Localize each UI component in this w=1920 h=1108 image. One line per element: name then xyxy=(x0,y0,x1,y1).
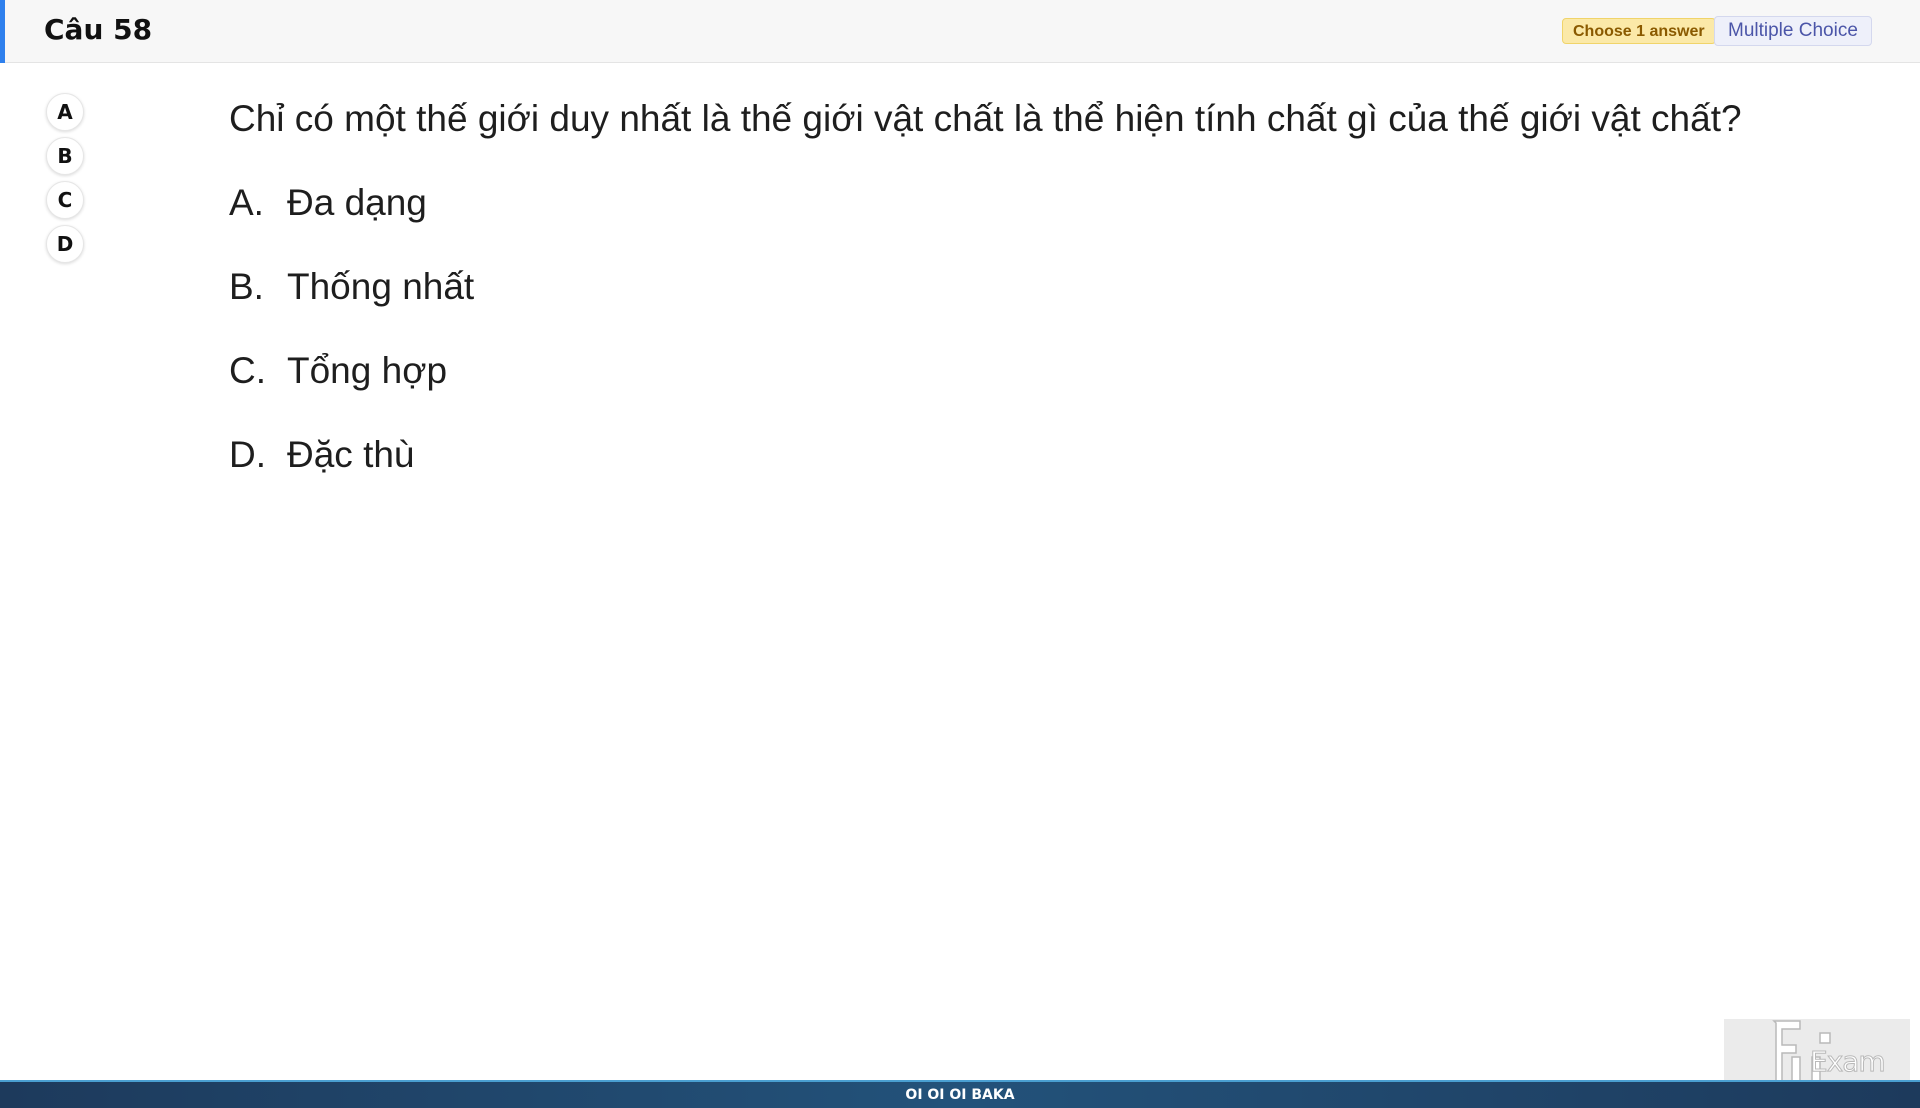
choice-d-text: Đặc thù xyxy=(287,434,415,475)
choice-a-text: Đa dạng xyxy=(287,182,427,223)
choice-b-letter: B. xyxy=(229,266,264,307)
question-number: Câu 58 xyxy=(44,13,153,46)
choice-a: A. Đa dạng xyxy=(229,180,427,226)
choice-b-text: Thống nhất xyxy=(287,266,475,307)
answer-option-d-button[interactable]: D xyxy=(46,225,84,263)
answer-option-b-button[interactable]: B xyxy=(46,137,84,175)
question-text: Chỉ có một thế giới duy nhất là thế giới… xyxy=(229,98,1742,139)
answer-selector: A B C D xyxy=(46,93,86,269)
exam-page: Câu 58 Choose 1 answer Multiple Choice A… xyxy=(0,0,1920,1108)
footer-text: OI OI OI BAKA xyxy=(905,1087,1015,1103)
footer-bar: OI OI OI BAKA xyxy=(0,1080,1920,1108)
choice-b: B. Thống nhất xyxy=(229,264,474,310)
logo-text: Exam xyxy=(1810,1045,1887,1079)
answer-option-c-button[interactable]: C xyxy=(46,181,84,219)
question-type-badge: Multiple Choice xyxy=(1714,16,1872,46)
choice-c: C. Tổng hợp xyxy=(229,348,447,394)
choice-d: D. Đặc thù xyxy=(229,432,415,478)
choice-c-letter: C. xyxy=(229,350,266,391)
choice-a-letter: A. xyxy=(229,182,264,223)
choose-answer-badge: Choose 1 answer xyxy=(1562,18,1716,44)
choice-d-letter: D. xyxy=(229,434,266,475)
choice-c-text: Tổng hợp xyxy=(287,350,448,391)
header-accent-bar xyxy=(0,0,5,63)
question-header: Câu 58 Choose 1 answer Multiple Choice xyxy=(0,0,1920,63)
answer-option-a-button[interactable]: A xyxy=(46,93,84,131)
